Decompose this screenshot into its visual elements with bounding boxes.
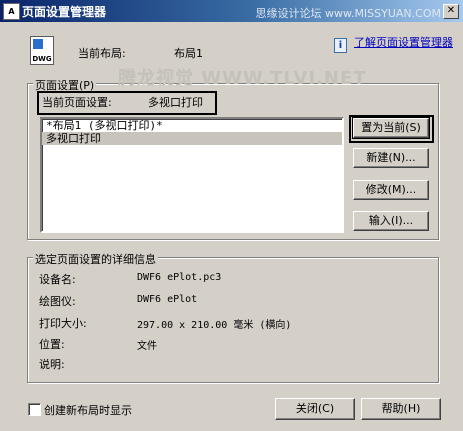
location-label: 位置: — [39, 338, 65, 351]
info-icon: i — [334, 38, 347, 53]
window-title: 页面设置管理器 — [22, 5, 107, 19]
location-value: 文件 — [137, 341, 157, 352]
set-current-button[interactable]: 置为当前(S) — [352, 117, 430, 139]
current-page-setup-label: 当前页面设置: — [42, 96, 112, 109]
modify-button[interactable]: 修改(M)... — [353, 180, 429, 200]
plotter-value: DWF6 ePlot — [137, 294, 198, 305]
current-layout-value: 布局1 — [174, 47, 203, 60]
page-setup-list[interactable]: *布局1 (多视口打印)* 多视口打印 — [40, 117, 344, 233]
show-on-new-layout-checkbox[interactable] — [28, 403, 41, 416]
current-page-setup-value: 多视口打印 — [148, 96, 203, 109]
details-group-label: 选定页面设置的详细信息 — [33, 251, 158, 267]
dwg-icon-label: DWG — [32, 55, 52, 63]
watermark-overlay: 腾龙视觉 WWW.TLVI.NET — [118, 68, 367, 89]
show-on-new-layout-label: 创建新布局时显示 — [44, 404, 132, 417]
plot-size-label: 打印大小: — [39, 317, 87, 330]
description-label: 说明: — [39, 358, 65, 371]
dwg-file-icon: DWG — [30, 36, 54, 65]
help-button[interactable]: 帮助(H) — [361, 398, 441, 420]
device-name-label: 设备名: — [39, 273, 76, 286]
close-button[interactable]: 关闭(C) — [275, 398, 355, 420]
import-button[interactable]: 输入(I)... — [353, 211, 429, 231]
close-window-button[interactable]: ✕ — [443, 4, 459, 19]
device-name-value: DWF6 ePlot.pc3 — [137, 272, 222, 283]
new-button[interactable]: 新建(N)... — [353, 148, 429, 168]
plot-size-value: 297.00 x 210.00 毫米 (横向) — [137, 320, 292, 331]
list-item[interactable]: *布局1 (多视口打印)* — [42, 119, 342, 132]
current-layout-label: 当前布局: — [78, 47, 126, 60]
learn-page-setup-manager-link[interactable]: 了解页面设置管理器 — [354, 36, 456, 50]
autocad-app-icon: A — [3, 3, 20, 20]
list-item[interactable]: 多视口打印 — [42, 132, 342, 145]
plotter-label: 绘图仪: — [39, 295, 76, 308]
watermark-text: 思缘设计论坛 www.MISSYUAN.COM — [255, 7, 441, 20]
